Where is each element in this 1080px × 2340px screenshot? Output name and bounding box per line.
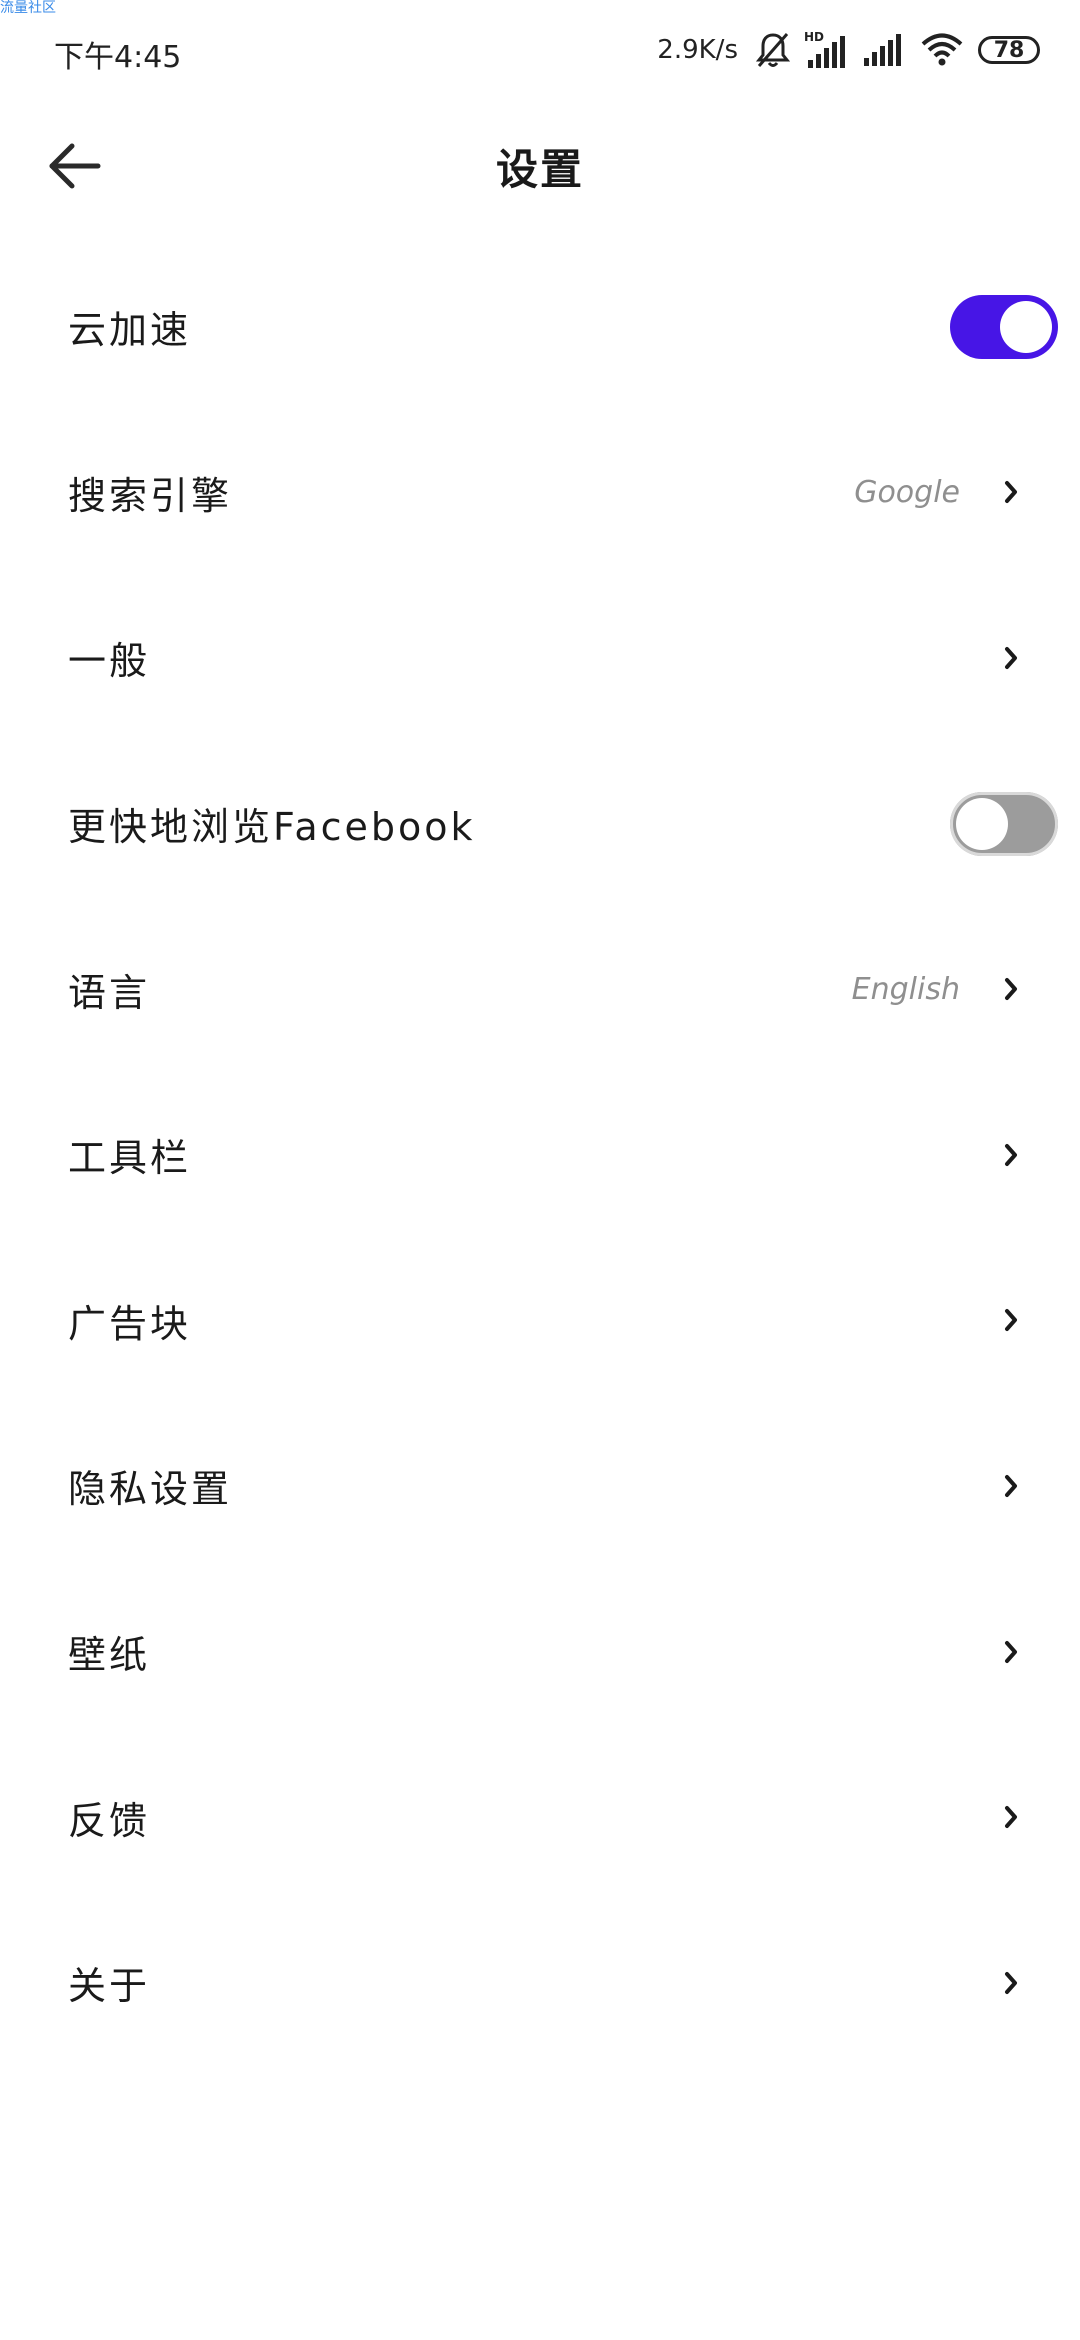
setting-label: 隐私设置 xyxy=(68,1467,233,1512)
setting-facebook[interactable]: 更快地浏览Facebook xyxy=(0,741,1080,907)
facebook-toggle[interactable] xyxy=(950,791,1058,856)
status-bar: 下午4:45 2.9K/s HD 78 xyxy=(0,0,1080,100)
setting-label: 反馈 xyxy=(68,1798,151,1843)
setting-label: 更快地浏览Facebook xyxy=(68,805,476,850)
status-time: 下午4:45 xyxy=(54,40,182,75)
setting-general[interactable]: 一般 xyxy=(0,575,1080,741)
cloud-accel-toggle[interactable] xyxy=(950,294,1058,359)
chevron-right-icon xyxy=(1005,1971,1017,1994)
page-title: 设置 xyxy=(495,145,584,194)
status-icons: 2.9K/s HD 78 xyxy=(657,28,1040,72)
setting-right xyxy=(1000,575,1022,741)
signal-icon xyxy=(862,32,906,68)
setting-adblock[interactable]: 广告块 xyxy=(0,1238,1080,1404)
setting-label: 壁纸 xyxy=(68,1633,151,1678)
network-speed: 2.9K/s xyxy=(657,35,738,65)
signal-hd-icon: HD xyxy=(804,30,848,70)
setting-label: 搜索引擎 xyxy=(68,473,233,518)
setting-search-engine[interactable]: 搜索引擎 Google xyxy=(0,410,1080,576)
chevron-right-icon xyxy=(1005,1143,1017,1166)
bell-muted-icon xyxy=(756,31,790,69)
setting-label: 工具栏 xyxy=(68,1136,192,1181)
setting-right xyxy=(1000,1403,1022,1569)
setting-right xyxy=(1000,1569,1022,1735)
chevron-right-icon xyxy=(1005,1309,1017,1332)
svg-text:HD: HD xyxy=(804,30,824,44)
language-value: English xyxy=(851,971,960,1007)
setting-cloud-accel[interactable]: 云加速 xyxy=(0,244,1080,410)
chevron-right-icon xyxy=(1005,481,1017,504)
chevron-right-icon xyxy=(1005,646,1017,669)
setting-feedback[interactable]: 反馈 xyxy=(0,1734,1080,1900)
setting-right xyxy=(1000,1734,1022,1900)
setting-right: Google xyxy=(854,410,1022,576)
setting-language[interactable]: 语言 English xyxy=(0,906,1080,1072)
setting-label: 一般 xyxy=(68,639,151,684)
chevron-right-icon xyxy=(1005,1640,1017,1663)
settings-list: 云加速 搜索引擎 Google 一般 更快地浏览Facebook 语言 Engl… xyxy=(0,244,1080,2066)
setting-about[interactable]: 关于 xyxy=(0,1900,1080,2066)
setting-right xyxy=(1000,1900,1022,2066)
setting-right xyxy=(1000,1238,1022,1404)
setting-label: 广告块 xyxy=(68,1301,192,1346)
chevron-right-icon xyxy=(1005,978,1017,1001)
chevron-right-icon xyxy=(1005,1474,1017,1497)
search-engine-value: Google xyxy=(854,474,960,510)
setting-label: 关于 xyxy=(68,1964,151,2009)
toggle-knob xyxy=(1000,300,1052,353)
app-header: 设置 xyxy=(0,110,1080,220)
setting-label: 语言 xyxy=(68,970,151,1015)
wifi-icon xyxy=(920,31,964,69)
setting-wallpaper[interactable]: 壁纸 xyxy=(0,1569,1080,1735)
setting-toolbar[interactable]: 工具栏 xyxy=(0,1072,1080,1238)
setting-right xyxy=(1000,1072,1022,1238)
battery-icon: 78 xyxy=(978,36,1040,64)
toggle-knob xyxy=(956,797,1008,850)
setting-right: English xyxy=(852,906,1022,1072)
setting-label: 云加速 xyxy=(68,308,192,353)
battery-level: 78 xyxy=(993,37,1025,63)
chevron-right-icon xyxy=(1005,1806,1017,1829)
setting-privacy[interactable]: 隐私设置 xyxy=(0,1403,1080,1569)
